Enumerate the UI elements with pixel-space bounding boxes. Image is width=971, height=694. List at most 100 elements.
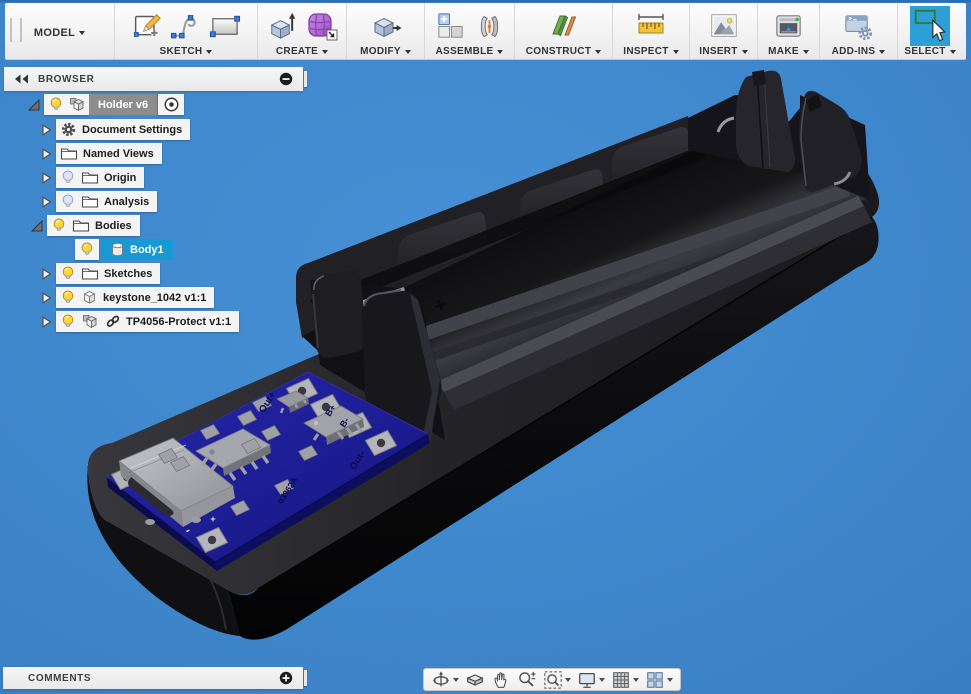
chevron-down-icon (322, 50, 328, 54)
tree-row-bodies[interactable]: Bodies (30, 215, 140, 236)
group-label-addins[interactable]: ADD-INS (832, 46, 876, 57)
create-sketch-icon[interactable] (132, 10, 163, 43)
gear-icon (60, 121, 77, 138)
chevron-down-icon (599, 678, 605, 682)
group-label-create[interactable]: CREATE (276, 46, 318, 57)
add-comment-icon[interactable] (279, 671, 293, 685)
chevron-down-icon (633, 678, 639, 682)
extrude-icon[interactable] (265, 9, 298, 43)
expander-closed-icon[interactable] (40, 147, 53, 161)
display-settings-button[interactable] (577, 670, 605, 690)
visibility-bulb-off-icon[interactable] (60, 169, 76, 186)
visibility-bulb-on-icon[interactable] (60, 265, 76, 282)
toolbar-group-select: SELECT (897, 3, 962, 59)
group-label-assemble[interactable]: ASSEMBLE (436, 46, 494, 57)
tree-row-tp4056-protect[interactable]: TP4056-Protect v1:1 (40, 311, 239, 332)
group-label-select[interactable]: SELECT (904, 46, 945, 57)
chevron-down-icon (206, 50, 212, 54)
expander-closed-icon[interactable] (40, 171, 53, 185)
tree-row-analysis[interactable]: Analysis (40, 191, 157, 212)
chevron-down-icon (79, 31, 85, 35)
visibility-bulb-off-icon[interactable] (60, 193, 76, 210)
group-label-modify[interactable]: MODIFY (360, 46, 401, 57)
toolbar-drag-handle[interactable] (10, 18, 22, 42)
group-label-inspect[interactable]: INSPECT (623, 46, 668, 57)
press-pull-icon[interactable] (369, 9, 403, 43)
navigation-toolbar (423, 668, 681, 691)
toolbar-group-inspect: INSPECT (612, 3, 689, 59)
tree-row-keystone-1042[interactable]: keystone_1042 v1:1 (40, 287, 214, 308)
chevron-down-icon (673, 50, 679, 54)
expander-closed-icon[interactable] (40, 195, 53, 209)
toolbar-group-modify: MODIFY (346, 3, 424, 59)
browser-panel-header[interactable]: BROWSER (4, 67, 303, 91)
chevron-down-icon (405, 50, 411, 54)
expander-closed-icon[interactable] (40, 315, 53, 329)
main-toolbar: MODEL (5, 3, 966, 60)
expander-closed-icon[interactable] (40, 291, 53, 305)
activate-component-radio[interactable] (158, 94, 184, 115)
visibility-bulb-on-icon[interactable] (51, 217, 67, 234)
tree-row-named-views[interactable]: Named Views (40, 143, 162, 164)
pan-button[interactable] (491, 670, 511, 690)
expander-open-icon[interactable] (27, 98, 41, 112)
workspace-menu[interactable]: MODEL (5, 3, 114, 59)
look-at-button[interactable] (465, 670, 485, 690)
measure-icon[interactable] (634, 9, 668, 43)
look-at-icon (465, 670, 485, 690)
browser-resize-gripper[interactable] (304, 71, 307, 87)
viewports-icon (645, 670, 665, 690)
toolbar-group-create: CREATE (257, 3, 346, 59)
construction-plane-icon[interactable] (547, 9, 581, 43)
orbit-button[interactable] (431, 670, 459, 690)
rectangle-icon[interactable] (208, 10, 241, 43)
group-label-insert[interactable]: INSERT (699, 46, 737, 57)
chevron-down-icon (742, 50, 748, 54)
insert-image-icon[interactable] (707, 10, 741, 42)
chevron-down-icon (879, 50, 885, 54)
toolbar-group-assemble: ASSEMBLE (424, 3, 514, 59)
tree-row-document-settings[interactable]: Document Settings (40, 119, 190, 140)
box-body-icon (81, 289, 98, 306)
tree-row-label: keystone_1042 v1:1 (103, 292, 206, 304)
collapse-panel-icon[interactable] (13, 73, 30, 85)
visibility-toggle[interactable] (75, 239, 99, 260)
expander-closed-icon[interactable] (40, 267, 53, 281)
chevron-down-icon (453, 678, 459, 682)
component-icon (81, 313, 100, 330)
pan-icon (491, 670, 511, 690)
grid-button[interactable] (611, 670, 639, 690)
comments-panel-header[interactable]: COMMENTS (3, 667, 303, 689)
create-form-icon[interactable] (305, 9, 339, 43)
new-component-icon[interactable] (434, 10, 467, 43)
tree-row-sketches[interactable]: Sketches (40, 263, 160, 284)
display-settings-icon (577, 670, 597, 690)
tree-row-label: Bodies (95, 220, 132, 232)
select-icon[interactable] (910, 6, 950, 46)
fit-button[interactable] (543, 670, 571, 690)
tree-row-origin[interactable]: Origin (40, 167, 144, 188)
comments-resize-gripper[interactable] (304, 670, 307, 686)
group-label-make[interactable]: MAKE (768, 46, 799, 57)
expander-open-icon[interactable] (30, 219, 44, 233)
tree-row-label: Holder v6 (98, 99, 148, 111)
expander-closed-icon[interactable] (40, 123, 53, 137)
3d-print-icon[interactable] (772, 10, 805, 43)
visibility-bulb-on-icon (79, 241, 95, 258)
visibility-bulb-on-icon[interactable] (60, 313, 76, 330)
viewports-button[interactable] (645, 670, 673, 690)
spline-icon[interactable] (170, 10, 201, 43)
zoom-icon (517, 670, 537, 690)
tree-row-body1[interactable]: Body1 (75, 239, 173, 260)
scripts-and-addins-icon[interactable] (842, 10, 875, 43)
group-label-construct[interactable]: CONSTRUCT (526, 46, 591, 57)
joint-icon[interactable] (474, 10, 505, 43)
component-icon (68, 96, 87, 113)
tree-row-holder-v6[interactable]: Holder v6 (27, 94, 184, 115)
link-icon (105, 314, 121, 329)
visibility-bulb-on-icon[interactable] (60, 289, 76, 306)
group-label-sketch[interactable]: SKETCH (160, 46, 203, 57)
zoom-button[interactable] (517, 670, 537, 690)
close-panel-icon[interactable] (279, 72, 293, 86)
visibility-bulb-on-icon[interactable] (48, 96, 64, 113)
